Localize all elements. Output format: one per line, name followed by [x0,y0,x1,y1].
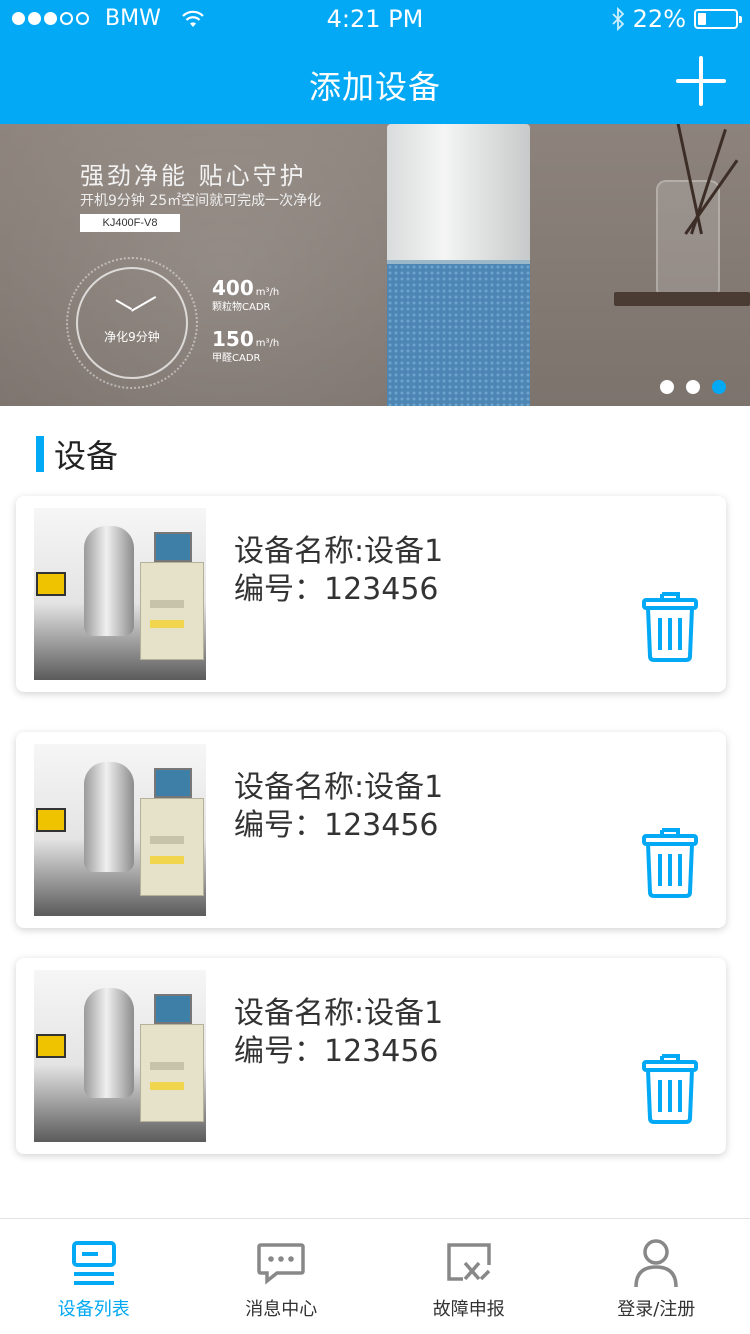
clock-graphic-icon [76,267,188,379]
section-accent-bar [36,436,44,472]
formaldehyde-cadr-stat: 150 m³/h 甲醛CADR [212,327,280,364]
device-list-icon [71,1241,116,1285]
banner-subtitle: 开机9分钟 25㎡空间就可完成一次净化 [80,193,322,209]
tab-device-list[interactable]: 设备列表 [0,1219,188,1334]
tab-label: 消息中心 [245,1299,318,1320]
device-card[interactable]: 设备名称:设备1 编号：123456 [16,496,726,692]
trash-icon[interactable] [642,590,698,662]
trash-icon[interactable] [642,826,698,898]
tab-label: 故障申报 [432,1299,505,1320]
section-title: 设备 [54,437,119,475]
particulate-cadr-stat: 400 m³/h 颗粒物CADR [212,276,280,313]
banner-model: KJ400F-V8 [80,214,180,232]
tab-login-register[interactable]: 登录/注册 [563,1219,750,1334]
page-title: 添加设备 [308,68,441,106]
carousel-dot-2[interactable] [686,380,700,394]
device-thumbnail [34,508,206,680]
add-device-button[interactable] [674,54,728,108]
tab-fault-report[interactable]: 故障申报 [375,1219,563,1334]
bluetooth-icon [612,7,624,31]
carousel-dot-3[interactable] [712,380,726,394]
device-id: 编号：123456 [234,1034,439,1069]
device-card[interactable]: 设备名称:设备1 编号：123456 [16,732,726,928]
promo-banner[interactable]: 强劲净能 贴心守护 开机9分钟 25㎡空间就可完成一次净化 KJ400F-V8 … [0,124,750,406]
clock-caption: 净化9分钟 [104,330,160,344]
device-id: 编号：123456 [234,808,439,843]
trash-icon[interactable] [642,1052,698,1124]
fault-report-icon [447,1243,491,1281]
carousel-indicators [660,380,726,394]
user-icon [634,1239,678,1288]
carousel-dot-1[interactable] [660,380,674,394]
message-icon [257,1243,305,1285]
device-thumbnail [34,744,206,916]
tab-label: 设备列表 [57,1299,130,1320]
status-bar: BMW 4:21 PM 22% [0,0,750,38]
app-header: BMW 4:21 PM 22% 添加设备 [0,0,750,124]
section-header: 设备 [36,432,118,476]
bottom-tab-bar: 设备列表 消息中心 故障申报 登录/注册 [0,1218,750,1334]
tab-label: 登录/注册 [617,1299,696,1320]
shelf-image [614,292,750,306]
device-id: 编号：123456 [234,572,439,607]
air-purifier-image [387,124,530,266]
banner-headline: 强劲净能 贴心守护 [80,162,307,190]
battery-icon [694,9,742,29]
battery-percent: 22% [632,5,686,33]
device-card[interactable]: 设备名称:设备1 编号：123456 [16,958,726,1154]
device-thumbnail [34,970,206,1142]
tab-message-center[interactable]: 消息中心 [188,1219,376,1334]
